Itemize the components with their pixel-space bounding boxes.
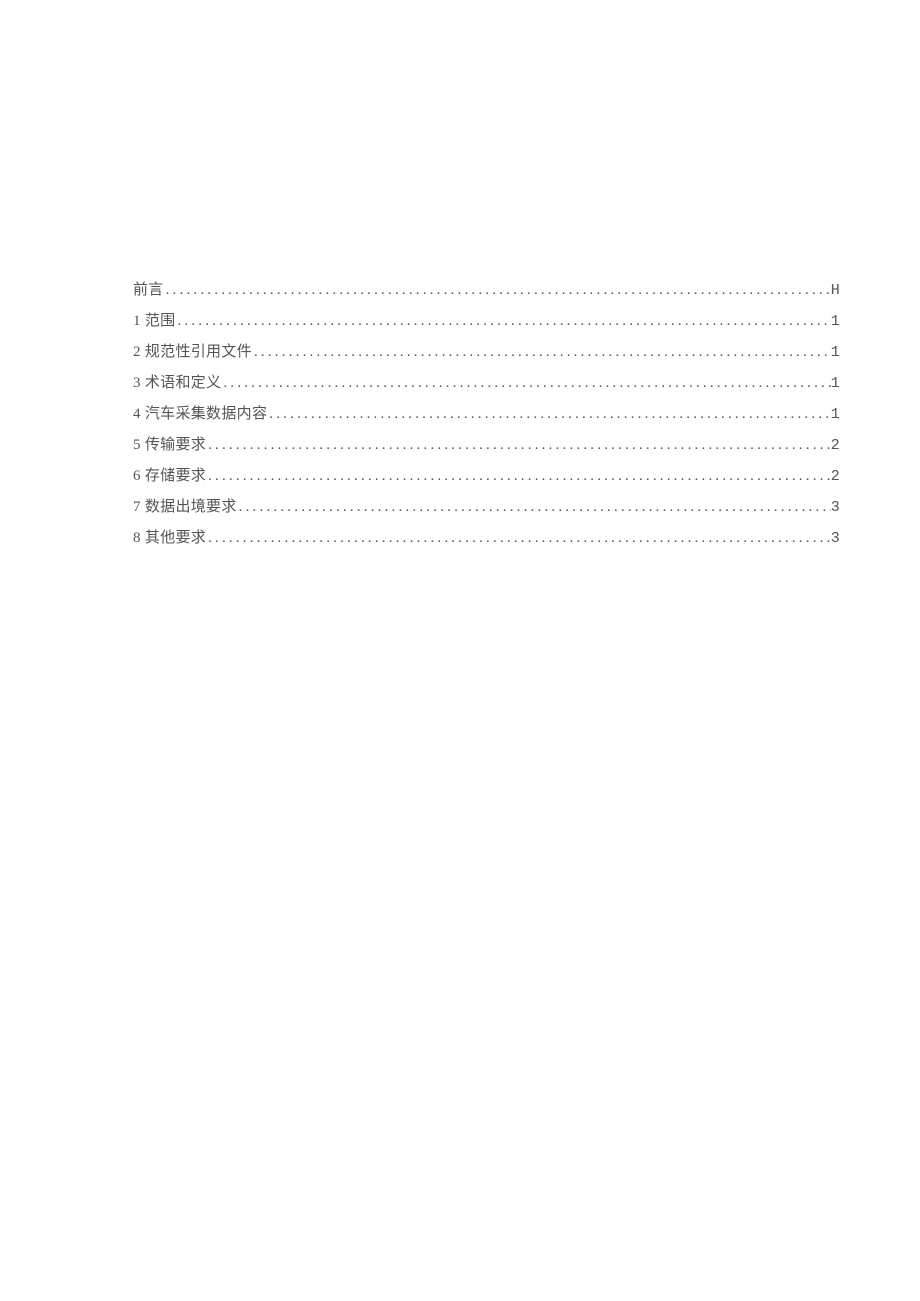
toc-entry-page: 2 [831,462,840,492]
toc-entry-page: 3 [831,524,840,554]
toc-entry-page: 1 [831,400,840,430]
toc-entry-page: H [831,276,840,306]
toc-entry: 3 术语和定义 1 [133,368,840,399]
toc-entry: 前言 H [133,275,840,306]
table-of-contents: 前言 H 1 范围 1 2 规范性引用文件 1 3 术语和定义 1 4 汽车采集… [133,275,840,554]
toc-leader-dots [175,306,830,336]
toc-entry-label: 6 存储要求 [133,461,206,491]
toc-entry-label: 2 规范性引用文件 [133,337,252,367]
toc-entry: 1 范围 1 [133,306,840,337]
toc-leader-dots [267,399,830,429]
toc-entry-page: 1 [831,369,840,399]
toc-leader-dots [206,523,831,553]
toc-entry: 2 规范性引用文件 1 [133,337,840,368]
toc-entry: 6 存储要求 2 [133,461,840,492]
toc-entry-label: 4 汽车采集数据内容 [133,399,267,429]
toc-leader-dots [164,275,831,305]
toc-entry-label: 5 传输要求 [133,430,206,460]
toc-leader-dots [252,337,831,367]
toc-entry-label: 7 数据出境要求 [133,492,237,522]
toc-entry: 7 数据出境要求 3 [133,492,840,523]
toc-leader-dots [221,368,830,398]
toc-entry-page: 1 [831,307,840,337]
toc-entry-label: 前言 [133,275,164,305]
toc-entry-label: 1 范围 [133,306,175,336]
toc-entry-label: 8 其他要求 [133,523,206,553]
toc-leader-dots [206,430,831,460]
toc-entry: 4 汽车采集数据内容 1 [133,399,840,430]
toc-entry-page: 1 [831,338,840,368]
toc-entry-page: 2 [831,431,840,461]
toc-entry-label: 3 术语和定义 [133,368,221,398]
toc-entry: 5 传输要求 2 [133,430,840,461]
toc-leader-dots [237,492,831,522]
toc-entry-page: 3 [831,493,840,523]
toc-entry: 8 其他要求 3 [133,523,840,554]
toc-leader-dots [206,461,831,491]
